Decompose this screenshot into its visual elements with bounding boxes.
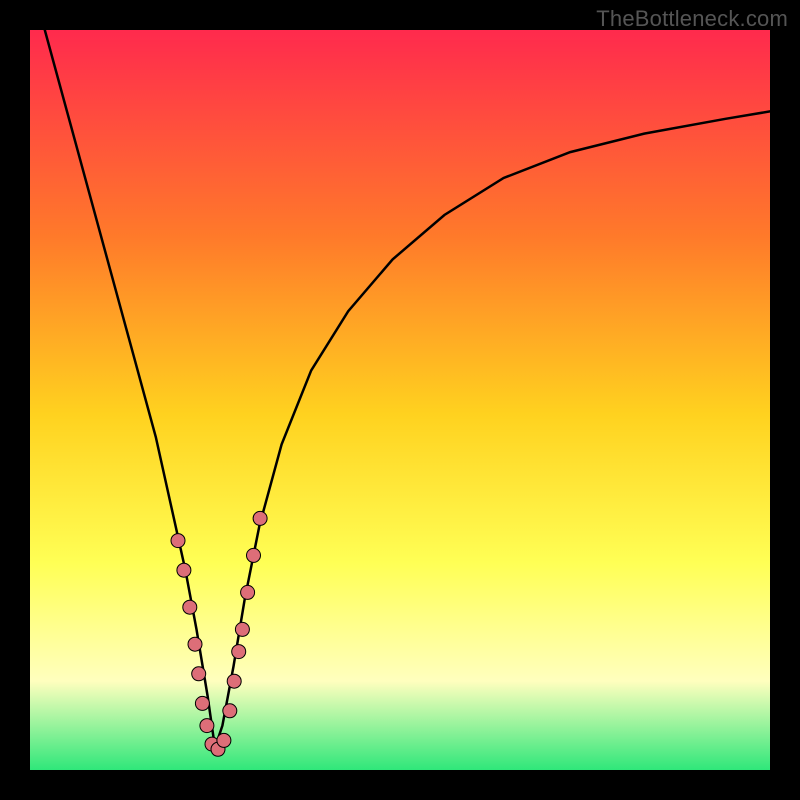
data-marker: [195, 696, 209, 710]
data-marker: [200, 719, 214, 733]
data-marker: [183, 600, 197, 614]
data-marker: [235, 622, 249, 636]
data-marker: [171, 534, 185, 548]
data-marker: [247, 548, 261, 562]
data-marker: [217, 733, 231, 747]
data-marker: [227, 674, 241, 688]
watermark-text: TheBottleneck.com: [596, 6, 788, 32]
data-marker: [241, 585, 255, 599]
chart-svg: [30, 30, 770, 770]
data-marker: [192, 667, 206, 681]
data-marker: [177, 563, 191, 577]
bottleneck-curve: [45, 30, 770, 748]
data-marker: [188, 637, 202, 651]
data-marker: [253, 511, 267, 525]
data-marker: [232, 645, 246, 659]
plot-area: [30, 30, 770, 770]
outer-frame: TheBottleneck.com: [0, 0, 800, 800]
data-marker: [223, 704, 237, 718]
marker-group: [171, 511, 267, 756]
